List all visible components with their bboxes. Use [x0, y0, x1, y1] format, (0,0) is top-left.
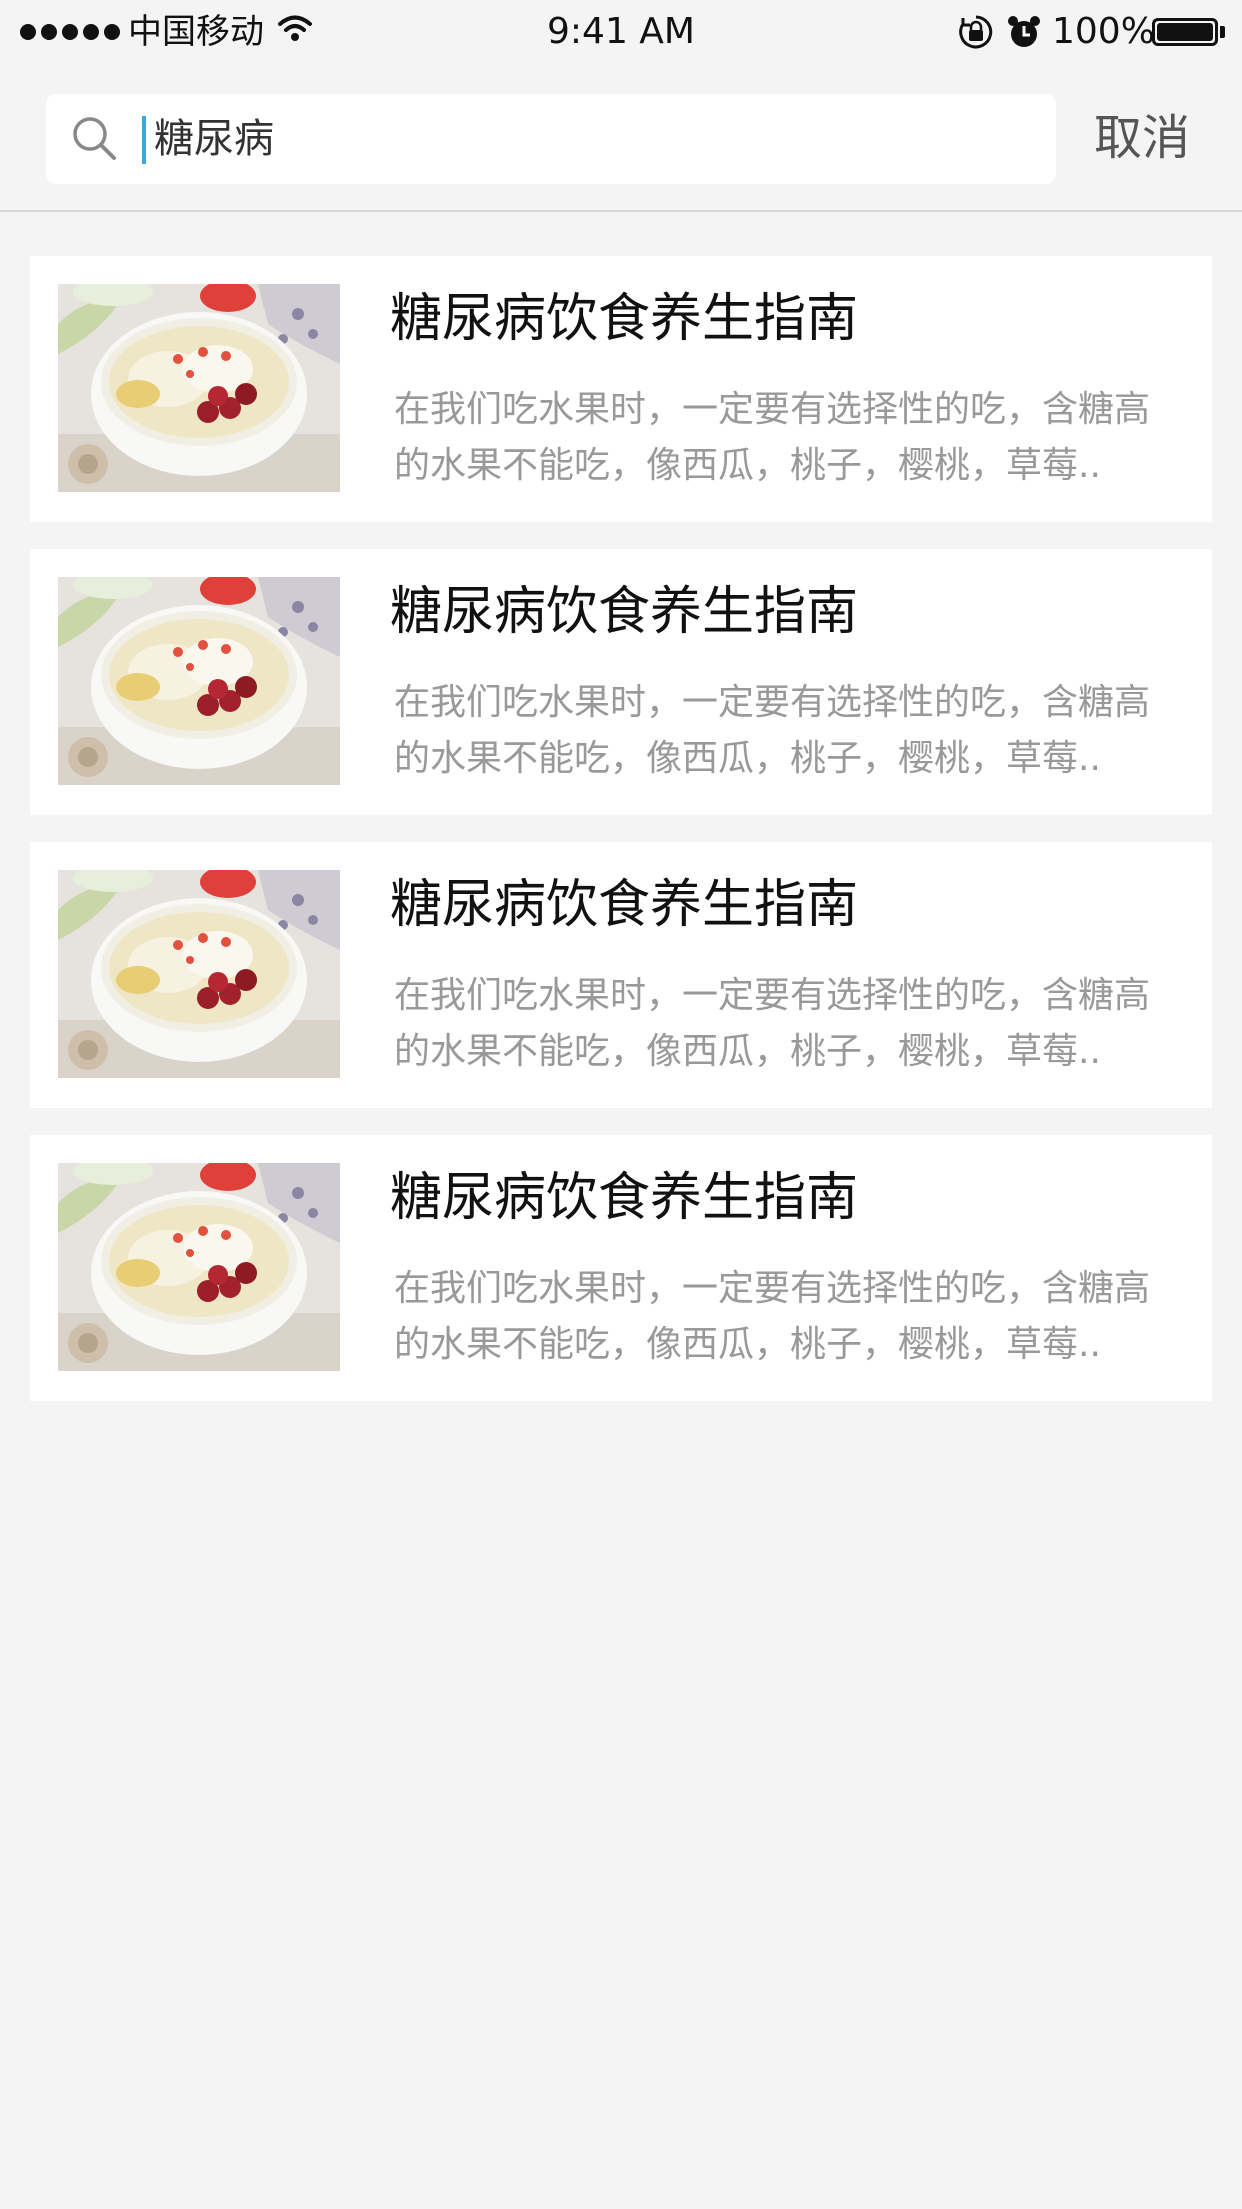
result-thumbnail: [58, 870, 340, 1078]
result-thumbnail: [58, 577, 340, 785]
result-description-line: 在我们吃水果时，一定要有选择性的吃，含糖高: [394, 682, 1151, 723]
result-title: 糖尿病饮食养生指南: [390, 582, 859, 642]
result-thumbnail: [58, 1163, 340, 1371]
battery-percentage: 100%: [1052, 11, 1155, 52]
result-description: 在我们吃水果时，一定要有选择性的吃，含糖高 的水果不能吃，像西瓜，桃子，樱桃，草…: [394, 675, 1174, 787]
result-card[interactable]: 糖尿病饮食养生指南 在我们吃水果时，一定要有选择性的吃，含糖高 的水果不能吃，像…: [30, 549, 1212, 815]
result-description: 在我们吃水果时，一定要有选择性的吃，含糖高 的水果不能吃，像西瓜，桃子，樱桃，草…: [394, 968, 1174, 1080]
text-caret: [142, 116, 146, 164]
result-card[interactable]: 糖尿病饮食养生指南 在我们吃水果时，一定要有选择性的吃，含糖高 的水果不能吃，像…: [30, 256, 1212, 522]
result-description-line: 的水果不能吃，像西瓜，桃子，樱桃，草莓..: [394, 445, 1101, 486]
alarm-icon: [1008, 16, 1040, 47]
result-title: 糖尿病饮食养生指南: [390, 289, 859, 349]
result-description-line: 在我们吃水果时，一定要有选择性的吃，含糖高: [394, 389, 1151, 430]
search-header: 糖尿病 取消: [0, 64, 1242, 212]
result-title: 糖尿病饮食养生指南: [390, 1168, 859, 1228]
battery-tip: [1220, 26, 1225, 38]
cancel-button[interactable]: 取消: [1094, 106, 1190, 170]
result-description-line: 的水果不能吃，像西瓜，桃子，樱桃，草莓..: [394, 738, 1101, 779]
result-title: 糖尿病饮食养生指南: [390, 875, 859, 935]
screen: 中国移动 9:41 AM 100% 糖尿病 取消 糖尿病饮食养生指南 在我们吃水…: [0, 0, 1242, 2209]
result-card[interactable]: 糖尿病饮食养生指南 在我们吃水果时，一定要有选择性的吃，含糖高 的水果不能吃，像…: [30, 1135, 1212, 1401]
search-query-text: 糖尿病: [154, 116, 274, 162]
result-description: 在我们吃水果时，一定要有选择性的吃，含糖高 的水果不能吃，像西瓜，桃子，樱桃，草…: [394, 1261, 1174, 1373]
result-description: 在我们吃水果时，一定要有选择性的吃，含糖高 的水果不能吃，像西瓜，桃子，樱桃，草…: [394, 382, 1174, 494]
status-bar: 中国移动 9:41 AM 100%: [0, 0, 1242, 64]
orientation-lock-icon: [959, 15, 993, 49]
search-icon: [70, 114, 118, 162]
result-thumbnail: [58, 284, 340, 492]
result-description-line: 的水果不能吃，像西瓜，桃子，樱桃，草莓..: [394, 1324, 1101, 1365]
result-card[interactable]: 糖尿病饮食养生指南 在我们吃水果时，一定要有选择性的吃，含糖高 的水果不能吃，像…: [30, 842, 1212, 1108]
result-description-line: 的水果不能吃，像西瓜，桃子，樱桃，草莓..: [394, 1031, 1101, 1072]
result-description-line: 在我们吃水果时，一定要有选择性的吃，含糖高: [394, 975, 1151, 1016]
result-description-line: 在我们吃水果时，一定要有选择性的吃，含糖高: [394, 1268, 1151, 1309]
battery-icon: [1152, 18, 1218, 46]
search-input[interactable]: 糖尿病: [46, 94, 1056, 184]
